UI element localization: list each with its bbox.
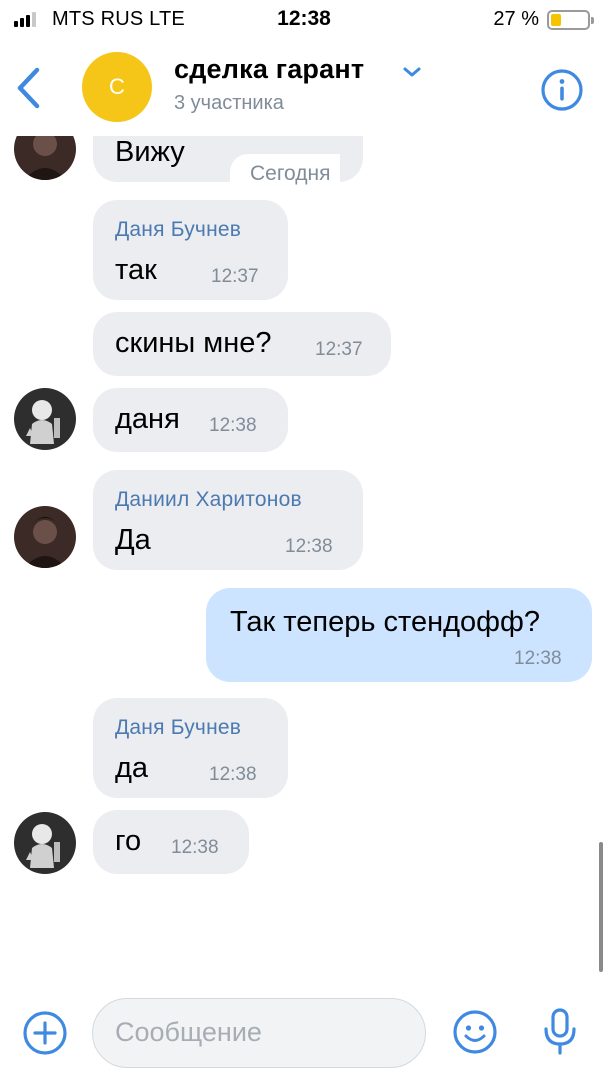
avatar-danya[interactable] [14, 388, 76, 450]
chevron-down-icon[interactable] [400, 60, 424, 84]
message-time: 12:37 [315, 339, 363, 360]
message-composer: Сообщение [0, 990, 608, 1080]
message-text: да [115, 752, 149, 784]
scrollbar[interactable] [599, 842, 603, 972]
message-text: го [115, 825, 142, 857]
avatar-photo-icon [14, 812, 76, 874]
message-bubble[interactable]: Даня Бучнев так 12:37 [93, 200, 288, 300]
emoji-icon [453, 1010, 497, 1054]
battery-level [551, 14, 561, 26]
message-bubble[interactable]: Даниил Харитонов Да 12:38 [93, 470, 363, 570]
message-time: 12:38 [514, 648, 562, 669]
message-time: 12:38 [171, 837, 219, 858]
chat-avatar-letter: С [109, 74, 125, 99]
chevron-left-icon [17, 67, 40, 109]
message-bubble[interactable]: скины мне? 12:37 [93, 312, 391, 376]
message-time: 12:38 [209, 415, 257, 436]
microphone-icon [544, 1008, 576, 1055]
message-text: так [115, 254, 157, 286]
message-sender[interactable]: Даня Бучнев [115, 218, 241, 242]
message-bubble[interactable]: Даня Бучнев да 12:38 [93, 698, 288, 798]
date-separator: Сегодня [230, 154, 341, 186]
message-time: 12:38 [209, 764, 257, 785]
message-bubble[interactable]: го 12:38 [93, 810, 249, 874]
back-button[interactable] [12, 66, 48, 110]
message-sender[interactable]: Даня Бучнев [115, 716, 241, 740]
message-text: Вижу [115, 136, 185, 168]
message-bubble[interactable]: даня 12:38 [93, 388, 288, 452]
message-list[interactable]: Вижу Сегодня Даня Бучнев так 12:37 скины… [0, 136, 608, 988]
avatar-danya[interactable] [14, 812, 76, 874]
message-time: 12:37 [211, 266, 259, 287]
message-sender[interactable]: Даниил Харитонов [115, 488, 302, 512]
battery-percent: 27 % [493, 8, 539, 30]
avatar-photo-icon [14, 388, 76, 450]
message-text: Да [115, 524, 151, 556]
avatar-photo-icon [14, 136, 76, 180]
info-icon [541, 69, 583, 111]
info-button[interactable] [540, 68, 584, 112]
message-bubble-outgoing[interactable]: Так теперь стендофф? 12:38 [206, 588, 592, 682]
emoji-button[interactable] [452, 1009, 498, 1055]
avatar-daniil[interactable] [14, 136, 76, 180]
voice-message-button[interactable] [540, 1007, 580, 1057]
chat-participants: 3 участника [174, 92, 284, 114]
avatar-daniil[interactable] [14, 506, 76, 568]
attach-button[interactable] [22, 1010, 68, 1056]
message-text: скины мне? [115, 327, 272, 359]
message-text: Так теперь стендофф? [230, 606, 540, 638]
message-input[interactable]: Сообщение [92, 998, 426, 1068]
message-text: даня [115, 403, 180, 435]
chat-title[interactable]: сделка гарант [174, 54, 364, 85]
status-bar: MTS RUS LTE 12:38 27 % [0, 0, 608, 40]
battery-icon [547, 10, 594, 30]
avatar-photo-icon [14, 506, 76, 568]
message-input-placeholder: Сообщение [115, 1017, 262, 1047]
message-time: 12:38 [285, 536, 333, 557]
add-icon [23, 1011, 67, 1055]
chat-avatar[interactable]: С [82, 52, 152, 122]
chat-header: С сделка гарант 3 участника [0, 40, 608, 136]
